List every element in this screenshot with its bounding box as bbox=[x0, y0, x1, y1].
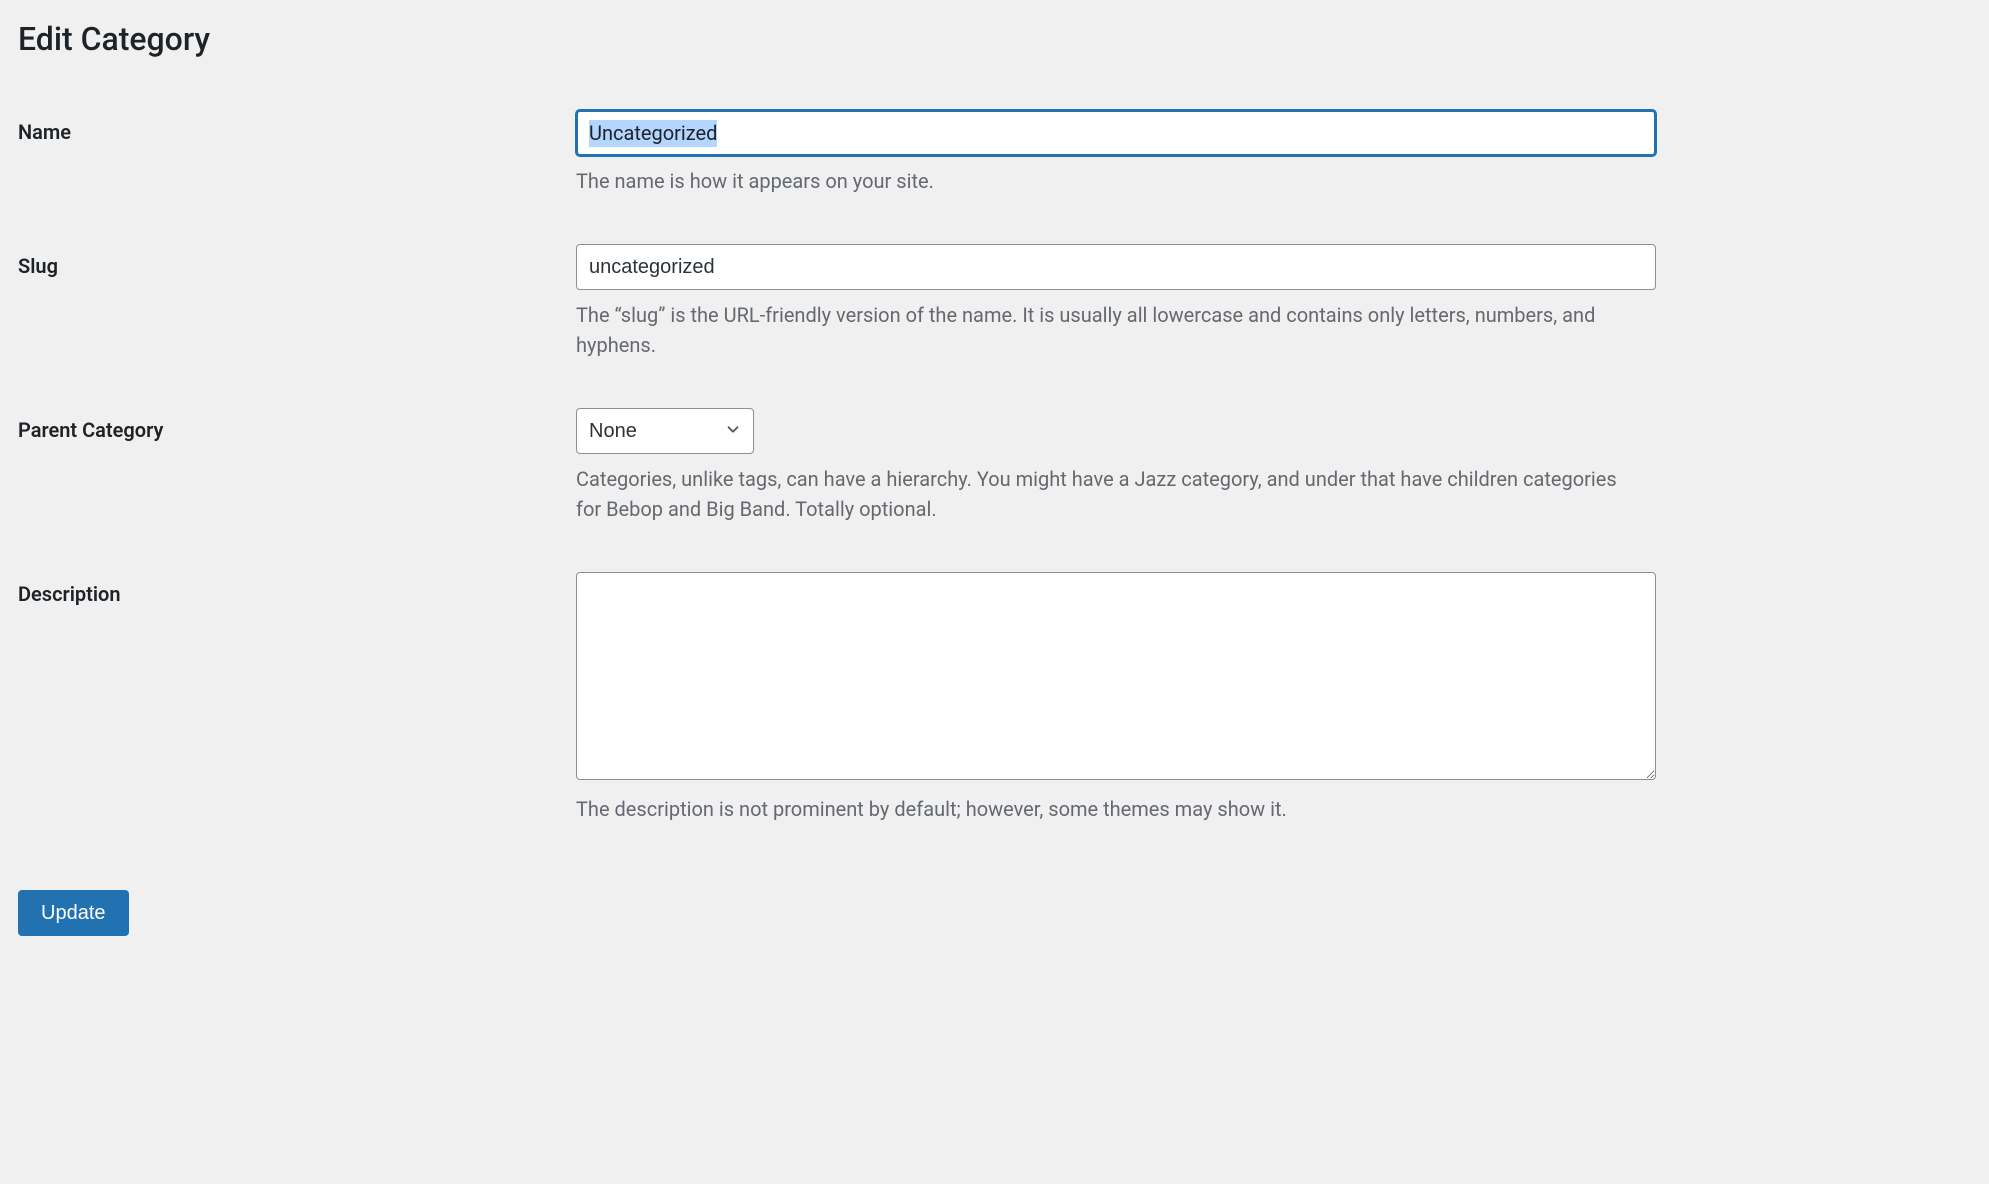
field-row-parent: Parent Category None Categories, unlike … bbox=[18, 384, 1971, 548]
description-label: Description bbox=[18, 582, 121, 606]
name-input-selected-text: Uncategorized bbox=[589, 120, 717, 147]
slug-label: Slug bbox=[18, 254, 58, 278]
name-description: The name is how it appears on your site. bbox=[576, 166, 1636, 196]
edit-category-form: Name Uncategorized The name is how it ap… bbox=[18, 86, 1971, 848]
parent-select[interactable]: None bbox=[576, 408, 754, 454]
field-row-name: Name Uncategorized The name is how it ap… bbox=[18, 86, 1971, 220]
description-textarea[interactable] bbox=[576, 572, 1656, 780]
slug-description: The “slug” is the URL-friendly version o… bbox=[576, 300, 1636, 360]
parent-description: Categories, unlike tags, can have a hier… bbox=[576, 464, 1636, 524]
parent-label: Parent Category bbox=[18, 418, 163, 442]
update-button[interactable]: Update bbox=[18, 890, 129, 936]
description-description: The description is not prominent by defa… bbox=[576, 794, 1636, 824]
submit-row: Update bbox=[18, 890, 1971, 936]
field-row-slug: Slug The “slug” is the URL-friendly vers… bbox=[18, 220, 1971, 384]
field-row-description: Description The description is not promi… bbox=[18, 548, 1971, 848]
name-label: Name bbox=[18, 120, 71, 144]
page-title: Edit Category bbox=[18, 20, 1971, 58]
name-input[interactable]: Uncategorized bbox=[576, 110, 1656, 156]
slug-input[interactable] bbox=[576, 244, 1656, 290]
